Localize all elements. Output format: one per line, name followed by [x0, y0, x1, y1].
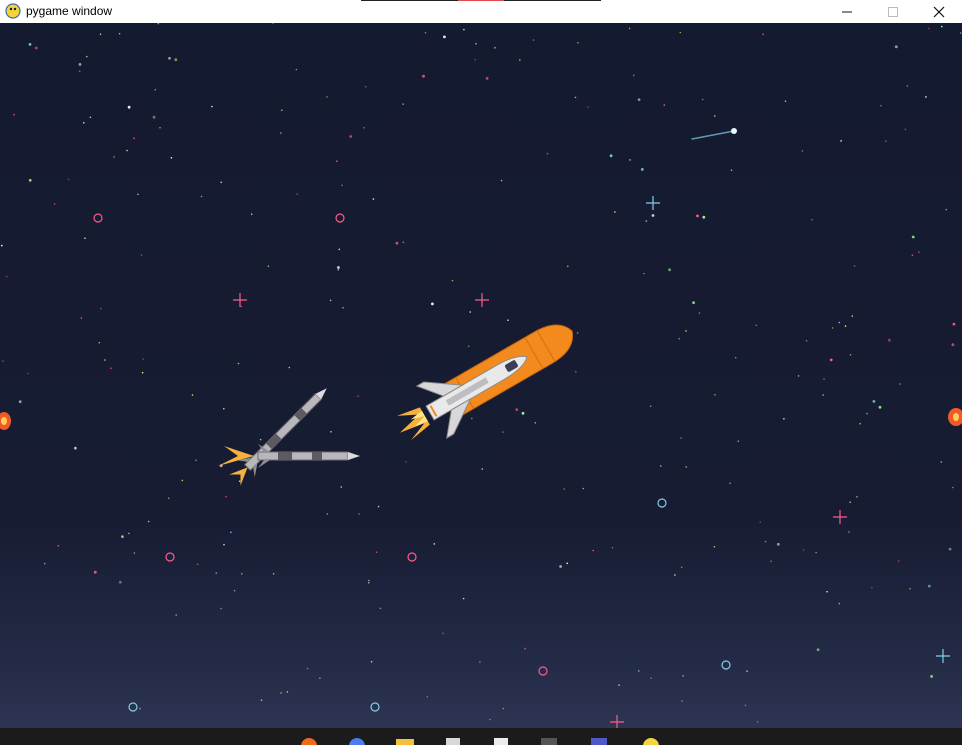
comet [691, 128, 737, 140]
teams-icon[interactable] [588, 735, 610, 745]
window-title: pygame window [26, 4, 113, 18]
folder-icon[interactable] [394, 735, 416, 745]
minimize-button[interactable] [824, 0, 870, 23]
close-icon [933, 6, 945, 17]
game-canvas[interactable] [0, 23, 962, 728]
terminal-icon[interactable] [538, 735, 560, 745]
minimize-icon [842, 11, 852, 12]
notepad-icon[interactable] [490, 735, 512, 745]
taskbar [0, 728, 962, 745]
fireball-right [948, 408, 962, 426]
app-icon[interactable] [346, 735, 368, 745]
document-icon[interactable] [442, 735, 464, 745]
firefox-icon[interactable] [298, 735, 320, 745]
maximize-button[interactable] [870, 0, 916, 23]
close-button[interactable] [916, 0, 962, 23]
title-indicator-accent [458, 0, 504, 1]
pygame-snake-icon [5, 3, 21, 19]
missile-lower [218, 444, 360, 468]
maximize-icon [888, 6, 898, 17]
space-shuttle [397, 324, 574, 441]
pygame-icon[interactable] [640, 735, 662, 745]
fireball-left [0, 412, 11, 430]
missile-upper [229, 388, 327, 486]
sprite-layer [0, 128, 962, 486]
window-titlebar[interactable]: pygame window [0, 0, 962, 24]
